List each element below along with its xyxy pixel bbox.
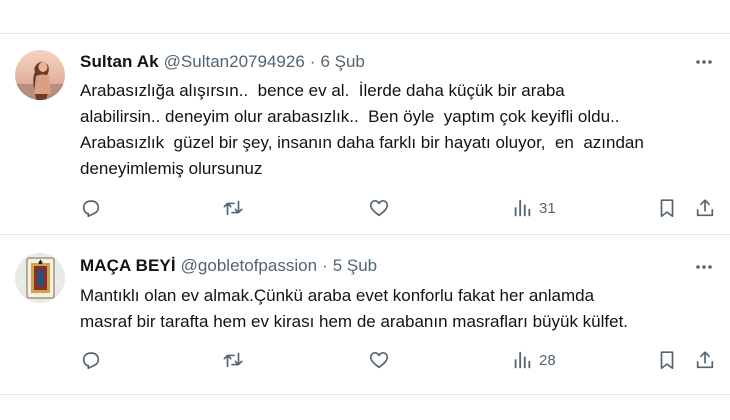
- tweet-text-line: Arabasızlığa alışırsın.. bence ev al. İl…: [80, 81, 565, 100]
- separator-dot: ·: [309, 52, 316, 71]
- bookmark-button[interactable]: [656, 193, 678, 223]
- tweet-text-line: Mantıklı olan ev almak.Çünkü araba evet …: [80, 286, 595, 305]
- retweet-button[interactable]: [222, 345, 244, 375]
- tweet-text-line: alabilirsin.. deneyim olur arabasızlık..…: [80, 107, 620, 126]
- tweet-text-line: masraf bir tarafta hem ev kirası hem de …: [80, 312, 629, 331]
- avatar[interactable]: [15, 253, 65, 303]
- reply-icon: [82, 200, 100, 218]
- share-button[interactable]: [694, 193, 716, 223]
- views-button[interactable]: 31: [511, 193, 556, 223]
- timestamp[interactable]: 5 Şub: [333, 256, 377, 276]
- user-handle[interactable]: @Sultan20794926: [164, 52, 305, 72]
- tweet-text-line: deneyimlemiş olursunuz: [80, 159, 263, 178]
- bookmark-icon: [660, 199, 674, 218]
- more-options-button[interactable]: [692, 255, 716, 279]
- reply-button[interactable]: [80, 193, 102, 223]
- tweet-text: Arabasızlığa alışırsın.. bence ev al. İl…: [80, 78, 720, 182]
- tweet-header: Sultan Ak @Sultan20794926 · 6 Şub: [80, 51, 365, 73]
- tweet-actions: 31: [0, 193, 730, 223]
- avatar-playing-card: [15, 253, 65, 303]
- tweet-header: MAÇA BEYİ @gobletofpassion · 5 Şub: [80, 255, 377, 277]
- reply-button[interactable]: [80, 345, 102, 375]
- reply-icon: [82, 352, 100, 370]
- heart-icon: [369, 200, 389, 217]
- timestamp[interactable]: 6 Şub: [320, 52, 364, 72]
- display-name[interactable]: Sultan Ak: [80, 52, 159, 72]
- user-handle[interactable]: @gobletofpassion: [181, 256, 317, 276]
- tweet-text-line: Arabasızlık güzel bir şey, insanın daha …: [80, 133, 644, 152]
- heart-icon: [369, 352, 389, 369]
- tweet-actions: 28: [0, 345, 730, 375]
- views-button[interactable]: 28: [511, 345, 556, 375]
- tweet-text: Mantıklı olan ev almak.Çünkü araba evet …: [80, 283, 720, 335]
- avatar-photo: [15, 50, 65, 100]
- like-button[interactable]: [368, 345, 390, 375]
- retweet-button[interactable]: [222, 193, 244, 223]
- bookmark-button[interactable]: [656, 345, 678, 375]
- retweet-icon: [223, 200, 243, 216]
- like-button[interactable]: [368, 193, 390, 223]
- share-icon: [696, 199, 714, 217]
- share-button[interactable]: [694, 345, 716, 375]
- share-icon: [696, 351, 714, 369]
- tweet-card[interactable]: Sultan Ak @Sultan20794926 · 6 Şub Arabas…: [0, 33, 730, 235]
- tweet-card[interactable]: MAÇA BEYİ @gobletofpassion · 5 Şub Mantı…: [0, 235, 730, 395]
- views-count: 28: [539, 351, 556, 369]
- views-count: 31: [539, 199, 556, 217]
- more-options-button[interactable]: [692, 50, 716, 74]
- views-icon: [514, 351, 531, 369]
- avatar[interactable]: [15, 50, 65, 100]
- retweet-icon: [223, 352, 243, 368]
- more-horizontal-icon: [696, 265, 712, 269]
- separator-dot: ·: [322, 256, 328, 275]
- views-icon: [514, 199, 531, 217]
- bookmark-icon: [660, 351, 674, 370]
- more-horizontal-icon: [696, 60, 712, 64]
- display-name[interactable]: MAÇA BEYİ: [80, 256, 176, 276]
